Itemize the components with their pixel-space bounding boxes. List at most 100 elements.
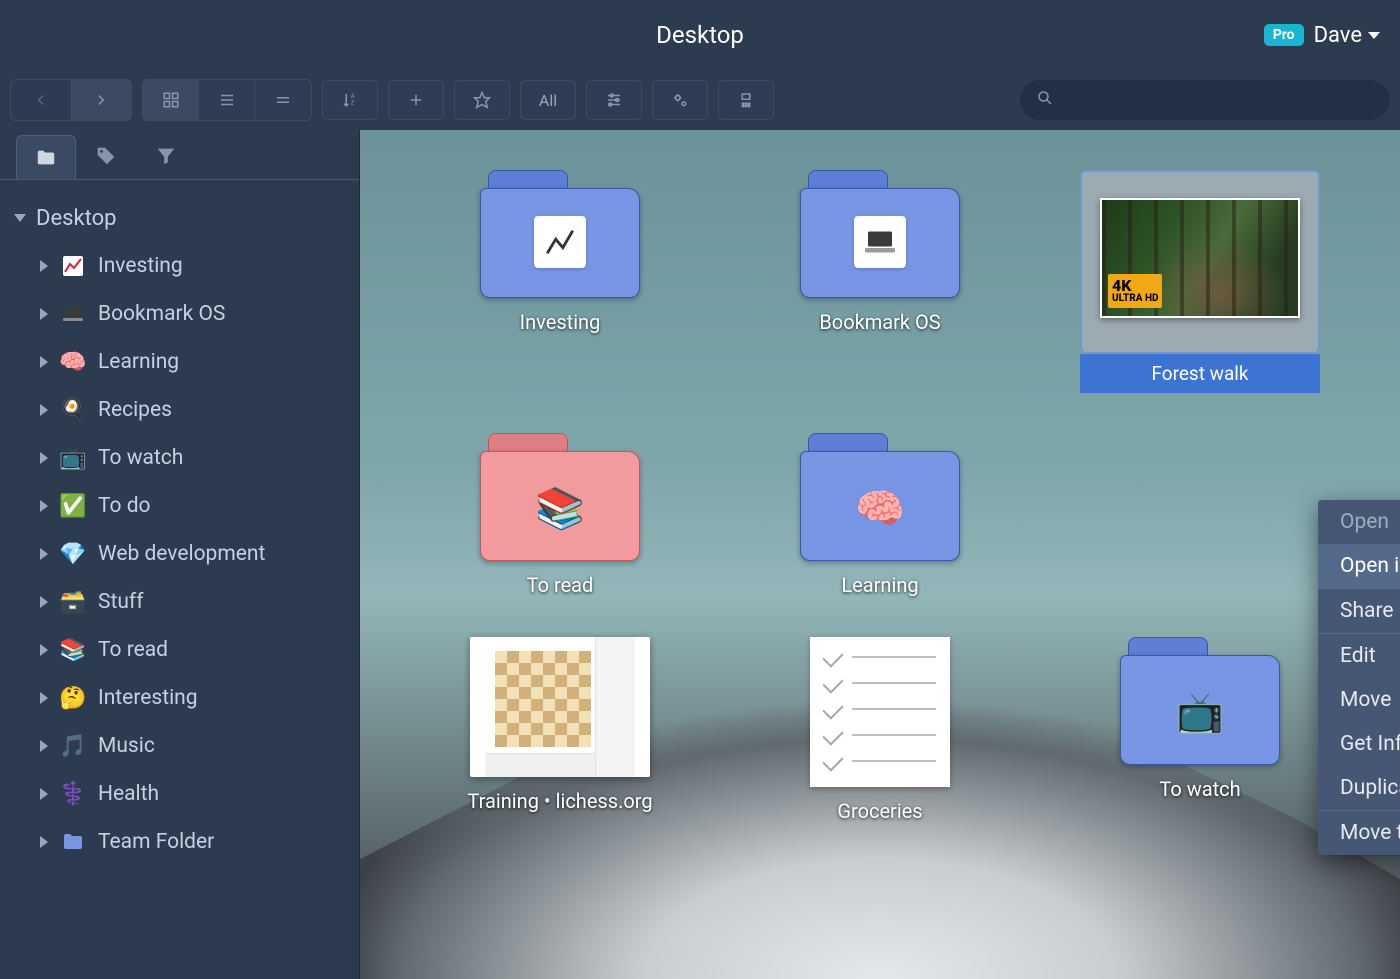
disclosure-triangle-icon <box>40 836 48 848</box>
4k-badge: 4KULTRA HD <box>1108 274 1162 308</box>
chart-icon <box>534 216 586 268</box>
desktop-item-to-watch[interactable]: 📺To watch <box>1080 637 1320 823</box>
search-field[interactable] <box>1020 80 1390 120</box>
folder-icon <box>800 170 960 298</box>
sidebar-item-team-folder[interactable]: Team Folder <box>34 818 349 866</box>
sidebar-item-music[interactable]: 🎵Music <box>34 722 349 770</box>
sidebar-item-interesting[interactable]: 🤔 Interesting <box>34 674 349 722</box>
sidebar-item-icon: 🍳 <box>60 397 86 423</box>
sidebar-tab-tags[interactable] <box>76 135 136 179</box>
chevron-left-icon <box>32 91 50 109</box>
sidebar-item-stuff[interactable]: 🗃️ Stuff <box>34 578 349 626</box>
context-menu-item-get-info[interactable]: Get Info <box>1318 722 1400 766</box>
disclosure-triangle-icon <box>40 692 48 704</box>
disclosure-triangle-icon <box>14 214 26 222</box>
funnel-icon <box>155 145 177 167</box>
context-menu-item-move-to-trash[interactable]: Move to Trash <box>1318 811 1400 855</box>
disclosure-triangle-icon <box>40 308 48 320</box>
sidebar-item-icon <box>60 301 86 327</box>
desktop-area[interactable]: Investing Bookmark OS 4KULTRA HD Forest wal… <box>360 130 1400 979</box>
sidebar-item-label: To do <box>98 494 151 518</box>
tree-root-desktop[interactable]: Desktop <box>10 194 349 242</box>
folder-tree: Desktop Investing Bookmark OS 🧠 Learning 🍳 Re… <box>0 180 359 880</box>
user-name: Dave <box>1314 23 1362 48</box>
sidebar-item-label: Recipes <box>98 398 172 422</box>
sidebar-item-label: Interesting <box>98 686 198 710</box>
sidebar-tabs <box>0 130 359 180</box>
sidebar-item-label: Investing <box>98 254 183 278</box>
desktop-item-forest-walk[interactable]: 4KULTRA HD Forest walk <box>1080 170 1320 393</box>
svg-text:Z: Z <box>351 100 355 107</box>
desktop-item-groceries[interactable]: Groceries <box>760 637 1000 823</box>
sidebar-item-label: Stuff <box>98 590 144 614</box>
sidebar-item-icon: 📺 <box>60 445 86 471</box>
svg-text:A: A <box>351 93 355 100</box>
sidebar-item-icon: 🤔 <box>60 685 86 711</box>
desktop-item-label: Bookmark OS <box>819 310 940 334</box>
favorite-button[interactable] <box>454 80 510 120</box>
search-icon <box>1036 89 1054 111</box>
sidebar-item-to-do[interactable]: ✅ To do <box>34 482 349 530</box>
desktop-item-label: Groceries <box>837 799 922 823</box>
desktop-item-to-read[interactable]: 📚To read <box>440 433 680 597</box>
sidebar-item-icon: 🗃️ <box>60 589 86 615</box>
add-button[interactable] <box>388 80 444 120</box>
context-menu-item-open[interactable]: Open <box>1318 500 1400 544</box>
sidebar-item-icon: 🧠 <box>60 349 86 375</box>
compact-icon <box>274 91 292 109</box>
back-button[interactable] <box>11 80 71 120</box>
context-menu-item-duplicate[interactable]: Duplicate <box>1318 766 1400 810</box>
compact-view-button[interactable] <box>255 80 311 120</box>
disclosure-triangle-icon <box>40 452 48 464</box>
sidebar-item-recipes[interactable]: 🍳 Recipes <box>34 386 349 434</box>
sidebar-item-label: Learning <box>98 350 179 374</box>
note-thumbnail <box>810 637 950 787</box>
video-thumbnail: 4KULTRA HD <box>1100 198 1300 318</box>
filter-all-button[interactable]: All <box>520 80 576 120</box>
desktop-item-training-lichess-org[interactable]: Training • lichess.org <box>440 637 680 823</box>
sort-button[interactable]: AZ <box>322 80 378 120</box>
preferences-button[interactable] <box>652 80 708 120</box>
forward-button[interactable] <box>71 80 131 120</box>
search-input[interactable] <box>1064 91 1374 110</box>
sidebar-item-to-watch[interactable]: 📺To watch <box>34 434 349 482</box>
sidebar-tab-folders[interactable] <box>16 135 76 179</box>
checkmark-icon <box>822 724 843 745</box>
nav-group <box>10 79 132 121</box>
desktop-item-label: Learning <box>841 573 918 597</box>
main: Desktop Investing Bookmark OS 🧠 Learning 🍳 Re… <box>0 130 1400 979</box>
user-menu[interactable]: Dave <box>1314 23 1380 48</box>
laptop-icon <box>854 216 906 268</box>
desktop-item-learning[interactable]: 🧠Learning <box>760 433 1000 597</box>
sidebar-item-health[interactable]: ⚕️Health <box>34 770 349 818</box>
tv-icon: 📺 <box>1175 689 1225 736</box>
context-menu-item-edit[interactable]: Edit <box>1318 634 1400 678</box>
sidebar-item-to-read[interactable]: 📚To read <box>34 626 349 674</box>
context-menu-item-share[interactable]: Share <box>1318 589 1400 633</box>
sidebar-item-bookmark-os[interactable]: Bookmark OS <box>34 290 349 338</box>
titlebar: Desktop Pro Dave <box>0 0 1400 70</box>
sidebar-item-web-development[interactable]: 💎Web development <box>34 530 349 578</box>
filter-all-label: All <box>539 91 557 110</box>
context-menu-item-move[interactable]: Move <box>1318 678 1400 722</box>
desktop-item-label: Investing <box>520 310 601 334</box>
grid-icon <box>162 91 180 109</box>
caret-down-icon <box>1368 32 1380 39</box>
layout-button[interactable] <box>718 80 774 120</box>
layout-icon <box>737 91 755 109</box>
sidebar-item-investing[interactable]: Investing <box>34 242 349 290</box>
tag-icon <box>95 145 117 167</box>
desktop-item-investing[interactable]: Investing <box>440 170 680 393</box>
grid-view-button[interactable] <box>143 80 199 120</box>
list-view-button[interactable] <box>199 80 255 120</box>
sidebar-item-learning[interactable]: 🧠 Learning <box>34 338 349 386</box>
sidebar-item-icon: ✅ <box>60 493 86 519</box>
settings-sliders-button[interactable] <box>586 80 642 120</box>
desktop-item-label: Forest walk <box>1080 354 1320 393</box>
sidebar-item-label: Team Folder <box>98 830 214 854</box>
sidebar-tab-filter[interactable] <box>136 135 196 179</box>
chess-board-icon <box>495 651 591 747</box>
desktop-item-bookmark-os[interactable]: Bookmark OS <box>760 170 1000 393</box>
desktop-grid: Investing Bookmark OS 4KULTRA HD Forest wal… <box>360 130 1400 863</box>
context-menu-item-open-in-new-tab[interactable]: Open in new tab <box>1318 544 1400 588</box>
